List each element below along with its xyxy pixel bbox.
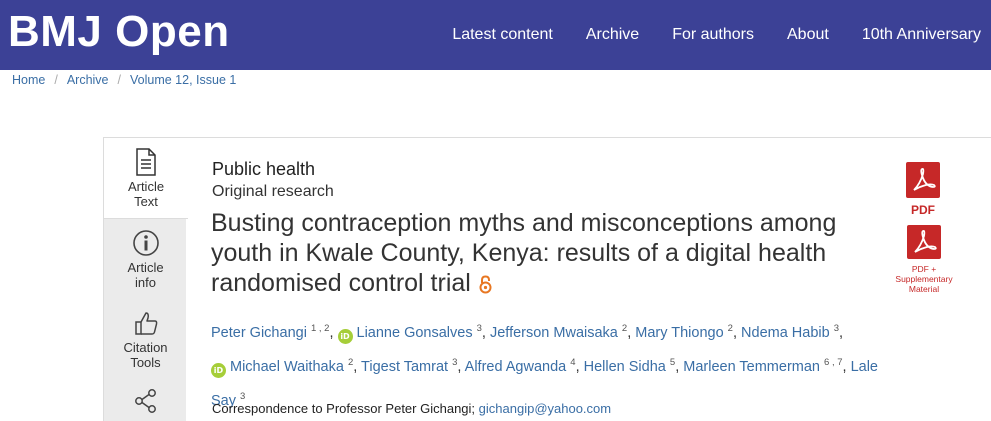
- pdf-supplementary-download-button[interactable]: PDF + Supplementary Material: [889, 225, 959, 294]
- author-link[interactable]: Michael Waithaka: [230, 359, 344, 375]
- correspondence: Correspondence to Professor Peter Gichan…: [212, 401, 611, 416]
- tab-article-info-label-2: info: [135, 275, 156, 290]
- article-title-text: Busting contraception myths and misconce…: [211, 209, 837, 297]
- pdf-supp-label-2: Supplementary: [895, 274, 953, 284]
- document-icon: [136, 148, 156, 176]
- nav-about[interactable]: About: [787, 26, 829, 44]
- correspondence-email[interactable]: gichangip@yahoo.com: [479, 401, 611, 416]
- tab-article-text[interactable]: Article Text: [103, 137, 188, 219]
- article-tools-sidebar: Article Text Article info Citation Tools: [103, 137, 188, 421]
- nav-for-authors[interactable]: For authors: [672, 26, 754, 44]
- breadcrumb-separator: /: [117, 73, 121, 87]
- author-link[interactable]: Alfred Agwanda: [465, 359, 567, 375]
- nav-10th-anniversary[interactable]: 10th Anniversary: [862, 26, 981, 44]
- site-header: BMJ Open Latest content Archive For auth…: [0, 0, 991, 70]
- pdf-icon: [907, 225, 941, 259]
- share-icon: [134, 389, 156, 413]
- author-link[interactable]: Ndema Habib: [741, 325, 830, 341]
- breadcrumb: Home / Archive / Volume 12, Issue 1: [12, 73, 236, 87]
- author-link[interactable]: Peter Gichangi: [211, 325, 307, 341]
- author-link[interactable]: Lianne Gonsalves: [357, 325, 473, 341]
- breadcrumb-home[interactable]: Home: [12, 73, 45, 87]
- open-access-icon: [479, 275, 492, 294]
- tab-article-info-label-1: Article: [127, 260, 164, 275]
- orcid-icon[interactable]: iD: [337, 329, 353, 344]
- tab-article-text-label-1: Article: [127, 179, 165, 194]
- pdf-supp-label-3: Material: [908, 284, 940, 294]
- orcid-icon[interactable]: iD: [211, 363, 226, 378]
- breadcrumb-separator: /: [54, 73, 58, 87]
- author-link[interactable]: Marleen Temmerman: [683, 359, 820, 375]
- pdf-download-button[interactable]: PDF: [901, 162, 945, 217]
- author-affiliation: 6 , 7: [824, 357, 843, 368]
- nav-latest-content[interactable]: Latest content: [452, 26, 553, 44]
- pdf-label: PDF: [911, 203, 935, 217]
- main-nav: Latest content Archive For authors About…: [419, 0, 981, 70]
- info-icon: [132, 230, 159, 256]
- author-affiliation: 1 , 2: [310, 323, 330, 334]
- tab-article-info[interactable]: Article info: [104, 229, 187, 301]
- pdf-icon: [906, 162, 940, 198]
- tab-citation-tools-label-1: Citation: [123, 340, 168, 355]
- tab-article-text-label-2: Text: [134, 194, 158, 209]
- tab-citation-tools-label-2: Tools: [130, 355, 161, 370]
- article-title: Busting contraception myths and misconce…: [211, 208, 891, 298]
- breadcrumb-issue[interactable]: Volume 12, Issue 1: [130, 73, 236, 87]
- breadcrumb-archive[interactable]: Archive: [67, 73, 109, 87]
- correspondence-label: Correspondence to Professor Peter Gichan…: [212, 401, 476, 416]
- thumbs-up-icon: [134, 312, 157, 335]
- tab-share[interactable]: [104, 387, 187, 421]
- author-link[interactable]: Jefferson Mwaisaka: [490, 325, 618, 341]
- author-link[interactable]: Hellen Sidha: [584, 359, 666, 375]
- nav-archive[interactable]: Archive: [586, 26, 639, 44]
- tab-citation-tools[interactable]: Citation Tools: [104, 309, 187, 381]
- author-link[interactable]: Tigest Tamrat: [361, 359, 448, 375]
- article-type: Original research: [212, 183, 334, 200]
- author-link[interactable]: Mary Thiongo: [635, 325, 723, 341]
- site-logo[interactable]: BMJ Open: [8, 6, 230, 58]
- article-section: Public health: [212, 159, 316, 179]
- pdf-supp-label-1: PDF +: [911, 264, 937, 274]
